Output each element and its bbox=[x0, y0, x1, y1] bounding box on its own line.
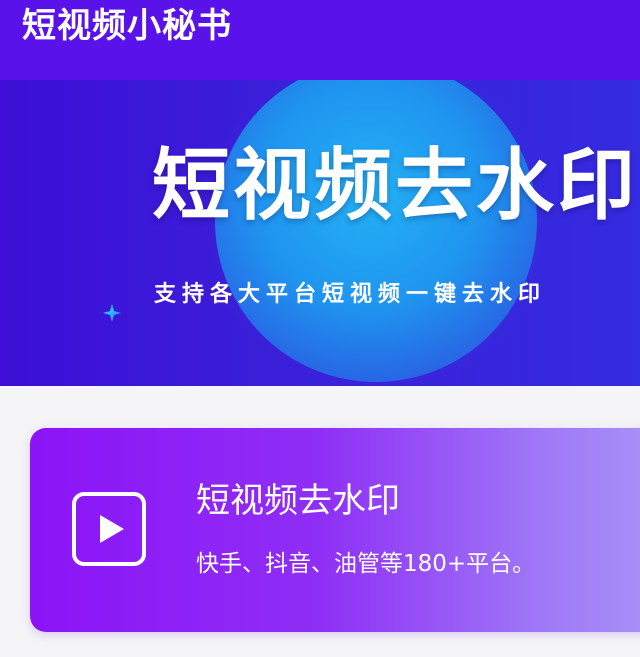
app-title: 短视频小秘书 bbox=[22, 6, 232, 46]
sparkle-icon bbox=[103, 304, 121, 322]
promo-banner[interactable]: 短视频去水印 支持各大平台短视频一键去水印 bbox=[0, 80, 640, 386]
banner-title: 短视频去水印 bbox=[152, 141, 639, 231]
card-title: 短视频去水印 bbox=[196, 481, 400, 521]
app-bar: 短视频小秘书 bbox=[0, 0, 640, 80]
watermark-removal-card[interactable]: 短视频去水印 快手、抖音、油管等180+平台。 bbox=[30, 428, 640, 632]
play-icon bbox=[72, 492, 146, 566]
banner-subtitle: 支持各大平台短视频一键去水印 bbox=[154, 282, 547, 307]
card-description: 快手、抖音、油管等180+平台。 bbox=[196, 551, 536, 577]
